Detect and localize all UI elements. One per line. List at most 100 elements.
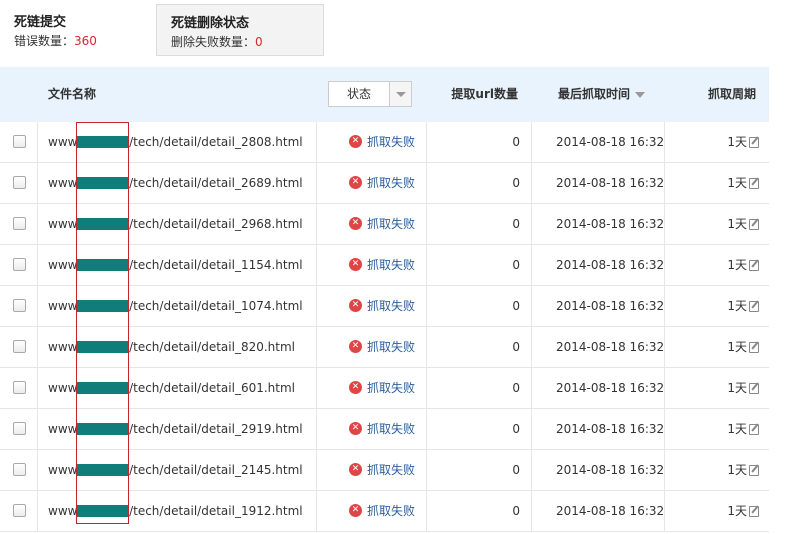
- last-crawl-time-cell: 2014-08-18 16:32: [556, 463, 665, 477]
- crawl-status-text: 抓取失败: [367, 422, 416, 436]
- column-divider: [37, 450, 38, 490]
- column-divider: [426, 491, 427, 531]
- crawl-status-cell[interactable]: ✕ 抓取失败: [349, 368, 415, 408]
- file-name-path: com/tech/detail/detail_1074.html: [103, 299, 303, 313]
- tab-subtitle: 错误数量：360: [14, 32, 142, 50]
- crawl-cycle-cell[interactable]: 1天: [727, 245, 759, 285]
- column-divider: [531, 491, 532, 531]
- edit-icon[interactable]: [749, 178, 759, 189]
- row-checkbox[interactable]: [13, 463, 26, 476]
- crawl-status-cell[interactable]: ✕ 抓取失败: [349, 204, 415, 244]
- url-count-cell: 0: [512, 135, 520, 149]
- row-checkbox[interactable]: [13, 258, 26, 271]
- crawl-status-text: 抓取失败: [367, 176, 416, 190]
- error-circle-icon: ✕: [349, 176, 362, 189]
- crawl-status-cell[interactable]: ✕ 抓取失败: [349, 286, 415, 326]
- column-divider: [316, 163, 317, 203]
- column-divider: [316, 450, 317, 490]
- file-name-prefix: www: [48, 135, 78, 149]
- edit-icon[interactable]: [749, 260, 759, 271]
- crawl-status-cell[interactable]: ✕ 抓取失败: [349, 245, 415, 285]
- crawl-cycle-cell[interactable]: 1天: [727, 368, 759, 408]
- column-divider: [37, 409, 38, 449]
- url-count-cell: 0: [512, 176, 520, 190]
- column-divider: [664, 163, 665, 203]
- edit-icon[interactable]: [749, 137, 759, 148]
- row-checkbox[interactable]: [13, 217, 26, 230]
- row-checkbox[interactable]: [13, 135, 26, 148]
- tab-dead-link-delete-status[interactable]: 死链删除状态 删除失败数量：0: [156, 4, 324, 56]
- error-circle-icon: ✕: [349, 340, 362, 353]
- crawl-cycle-cell[interactable]: 1天: [727, 204, 759, 244]
- edit-icon[interactable]: [749, 383, 759, 394]
- crawl-cycle-text: 1天: [727, 340, 747, 354]
- crawl-cycle-cell[interactable]: 1天: [727, 327, 759, 367]
- column-header-last-crawl-time[interactable]: 最后抓取时间: [558, 67, 646, 122]
- row-checkbox[interactable]: [13, 176, 26, 189]
- crawl-status-cell[interactable]: ✕ 抓取失败: [349, 491, 415, 531]
- url-count-cell: 0: [512, 299, 520, 313]
- column-divider: [664, 491, 665, 531]
- column-divider: [426, 245, 427, 285]
- crawl-status-cell[interactable]: ✕ 抓取失败: [349, 327, 415, 367]
- column-header-last-crawl-time-label: 最后抓取时间: [558, 87, 631, 101]
- column-divider: [426, 286, 427, 326]
- crawl-cycle-text: 1天: [727, 381, 747, 395]
- column-divider: [664, 450, 665, 490]
- column-divider: [531, 368, 532, 408]
- crawl-cycle-cell[interactable]: 1天: [727, 122, 759, 162]
- edit-icon[interactable]: [749, 506, 759, 517]
- column-header-file-name: 文件名称: [48, 87, 97, 101]
- crawl-cycle-text: 1天: [727, 422, 747, 436]
- edit-icon[interactable]: [749, 424, 759, 435]
- column-divider: [426, 450, 427, 490]
- column-divider: [37, 245, 38, 285]
- crawl-cycle-cell[interactable]: 1天: [727, 450, 759, 490]
- row-checkbox[interactable]: [13, 422, 26, 435]
- file-name-prefix: www: [48, 217, 78, 231]
- status-filter-dropdown[interactable]: 状态: [328, 81, 412, 107]
- file-name-prefix: www: [48, 463, 78, 477]
- url-count-cell: 0: [512, 504, 520, 518]
- error-circle-icon: ✕: [349, 463, 362, 476]
- crawl-cycle-cell[interactable]: 1天: [727, 491, 759, 531]
- column-divider: [531, 204, 532, 244]
- crawl-status-cell[interactable]: ✕ 抓取失败: [349, 409, 415, 449]
- column-divider: [664, 409, 665, 449]
- error-circle-icon: ✕: [349, 217, 362, 230]
- column-divider: [664, 122, 665, 162]
- column-divider: [37, 327, 38, 367]
- row-checkbox[interactable]: [13, 504, 26, 517]
- error-circle-icon: ✕: [349, 135, 362, 148]
- tab-dead-link-submit[interactable]: 死链提交 错误数量：360: [0, 4, 156, 56]
- tab-title: 死链删除状态: [171, 16, 250, 31]
- row-checkbox[interactable]: [13, 299, 26, 312]
- row-checkbox[interactable]: [13, 381, 26, 394]
- edit-icon[interactable]: [749, 465, 759, 476]
- url-count-cell: 0: [512, 258, 520, 272]
- error-circle-icon: ✕: [349, 422, 362, 435]
- column-divider: [316, 122, 317, 162]
- crawl-status-cell[interactable]: ✕ 抓取失败: [349, 163, 415, 203]
- row-checkbox[interactable]: [13, 340, 26, 353]
- crawl-cycle-cell[interactable]: 1天: [727, 163, 759, 203]
- crawl-status-cell[interactable]: ✕ 抓取失败: [349, 122, 415, 162]
- column-divider: [316, 245, 317, 285]
- edit-icon[interactable]: [749, 301, 759, 312]
- crawl-status-cell[interactable]: ✕ 抓取失败: [349, 450, 415, 490]
- chevron-down-icon[interactable]: [389, 82, 411, 106]
- crawl-status-text: 抓取失败: [367, 258, 416, 272]
- edit-icon[interactable]: [749, 342, 759, 353]
- edit-icon[interactable]: [749, 219, 759, 230]
- crawl-cycle-cell[interactable]: 1天: [727, 286, 759, 326]
- sort-down-icon[interactable]: [635, 91, 646, 98]
- crawl-status-text: 抓取失败: [367, 340, 416, 354]
- column-divider: [316, 409, 317, 449]
- error-circle-icon: ✕: [349, 299, 362, 312]
- tab-subtitle: 删除失败数量：0: [171, 33, 309, 51]
- column-divider: [531, 122, 532, 162]
- file-name-path: com/tech/detail/detail_2145.html: [103, 463, 303, 477]
- file-name-prefix: www: [48, 340, 78, 354]
- crawl-cycle-text: 1天: [727, 504, 747, 518]
- crawl-cycle-cell[interactable]: 1天: [727, 409, 759, 449]
